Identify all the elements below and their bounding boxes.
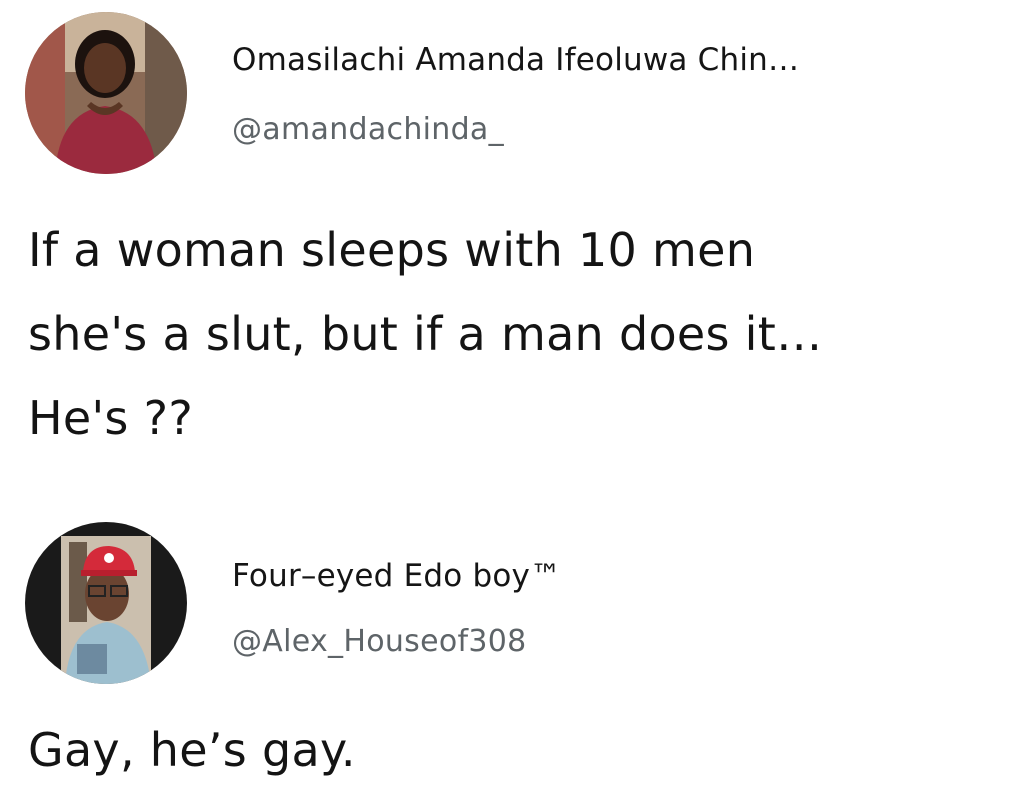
tweet-text: If a woman sleeps with 10 men she's a sl…: [28, 208, 1018, 460]
tweet-text-line: Gay, he’s gay.: [28, 723, 356, 777]
tweet-text-line: He's ??: [28, 391, 194, 445]
tweet-text: Gay, he’s gay.: [28, 708, 1018, 792]
display-name[interactable]: Four–eyed Edo boy™: [232, 558, 561, 594]
avatar[interactable]: [25, 522, 187, 684]
user-photo-icon: [25, 522, 187, 684]
user-handle[interactable]: @amandachinda_: [232, 112, 504, 147]
tweet-text-line: she's a slut, but if a man does it…: [28, 307, 823, 361]
tweet-text-line: If a woman sleeps with 10 men: [28, 223, 756, 277]
display-name[interactable]: Omasilachi Amanda Ifeoluwa Chin…: [232, 42, 799, 78]
avatar[interactable]: [25, 12, 187, 174]
user-photo-icon: [25, 12, 187, 174]
user-handle[interactable]: @Alex_Houseof308: [232, 624, 527, 659]
